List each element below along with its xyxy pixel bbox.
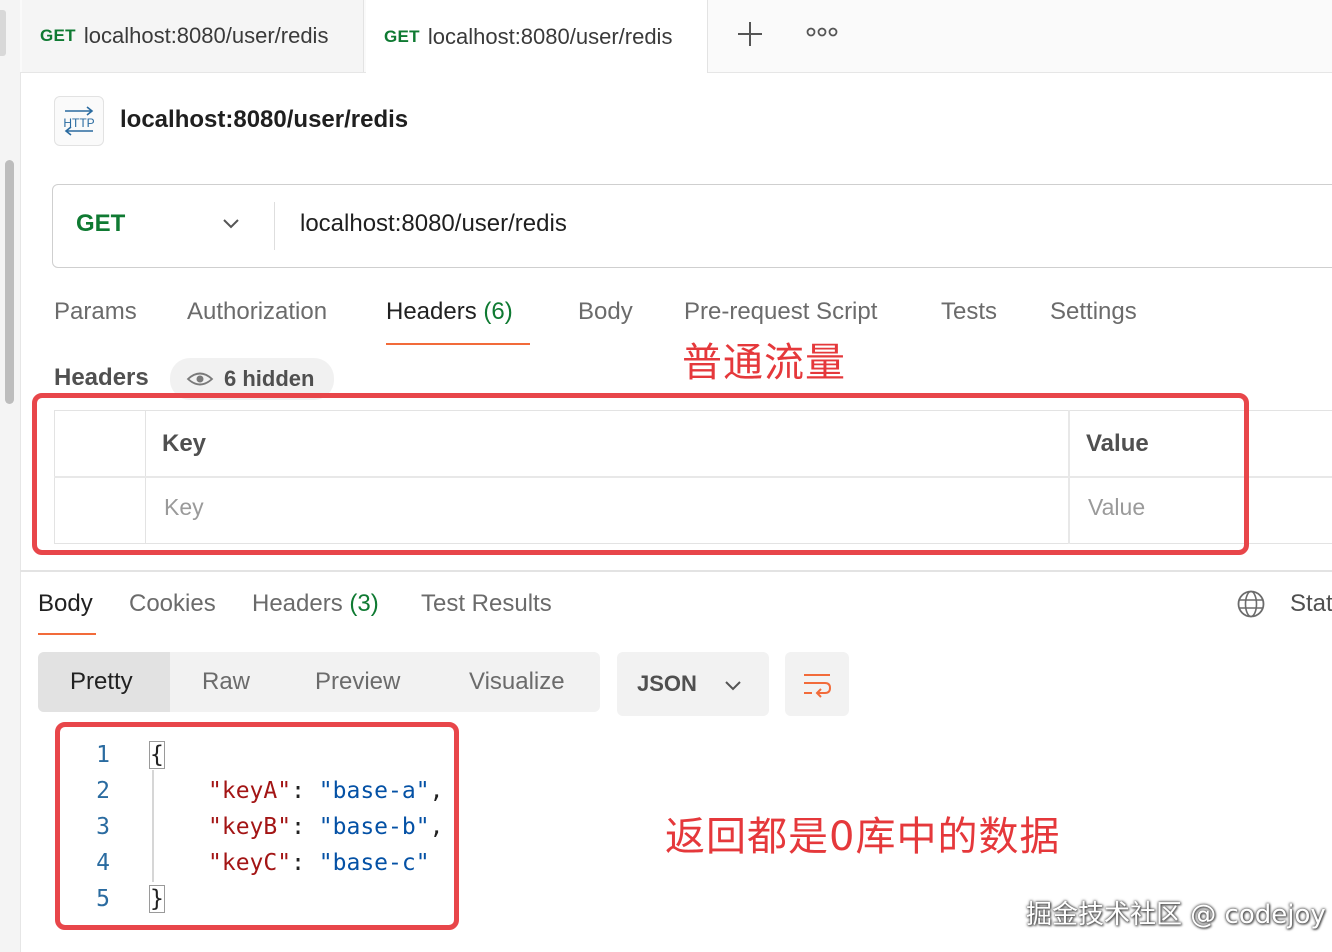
- tab-method: GET: [384, 26, 420, 46]
- sidebar-edge: [0, 10, 6, 56]
- watermark: 掘金技术社区 @ codejoy: [1026, 900, 1326, 930]
- request-title[interactable]: localhost:8080/user/redis: [120, 106, 408, 134]
- response-headers-count: (3): [349, 590, 379, 617]
- response-divider: [20, 570, 1332, 572]
- scrollbar-thumb[interactable]: [5, 160, 14, 404]
- url-divider: [274, 202, 275, 250]
- headers-label: Headers: [54, 364, 149, 391]
- new-tab-plus-icon[interactable]: [735, 16, 765, 52]
- more-tabs-icon[interactable]: [806, 22, 840, 42]
- annotation-normal-traffic: 普通流量: [682, 340, 846, 386]
- tab-params[interactable]: Params: [54, 298, 137, 326]
- annotation-db0-data: 返回都是0库中的数据: [665, 814, 1061, 860]
- wrap-lines-icon[interactable]: [801, 668, 833, 700]
- request-tab-2[interactable]: GET localhost:8080/user/redis: [366, 0, 708, 73]
- tab-body[interactable]: Body: [578, 298, 633, 326]
- annotation-box-response: [55, 722, 459, 930]
- tab-url: localhost:8080/user/redis: [427, 23, 673, 49]
- method-select[interactable]: GET: [76, 210, 125, 238]
- response-tab-headers[interactable]: Headers (3): [252, 590, 379, 618]
- response-headers-label: Headers: [252, 590, 343, 617]
- view-mode-visualize[interactable]: Visualize: [469, 668, 565, 696]
- chevron-down-icon[interactable]: [722, 674, 744, 696]
- response-tab-cookies[interactable]: Cookies: [129, 590, 216, 618]
- status-label: Stat: [1290, 590, 1332, 617]
- annotation-box-headers: [32, 393, 1249, 555]
- response-active-underline: [38, 633, 96, 635]
- tab-prerequest-script[interactable]: Pre-request Script: [684, 298, 877, 326]
- response-tab-body[interactable]: Body: [38, 590, 93, 618]
- format-select-value: JSON: [637, 671, 697, 696]
- response-tab-test-results[interactable]: Test Results: [421, 590, 552, 618]
- tab-url: localhost:8080/user/redis: [83, 23, 329, 48]
- view-mode-pretty[interactable]: Pretty: [70, 668, 133, 696]
- view-mode-raw[interactable]: Raw: [202, 668, 250, 696]
- url-input[interactable]: [300, 210, 1200, 238]
- http-request-icon: HTTP: [54, 96, 104, 146]
- chevron-down-icon[interactable]: [220, 212, 242, 234]
- hidden-headers-count[interactable]: 6 hidden: [224, 366, 314, 392]
- tab-settings[interactable]: Settings: [1050, 298, 1137, 326]
- request-tab-1[interactable]: GET localhost:8080/user/redis: [22, 0, 364, 72]
- tab-headers-label: Headers: [386, 298, 477, 325]
- tab-method: GET: [40, 26, 76, 45]
- headers-count: (6): [483, 298, 513, 325]
- http-icon-text: HTTP: [63, 116, 94, 130]
- view-mode-preview[interactable]: Preview: [315, 668, 400, 696]
- tab-authorization[interactable]: Authorization: [187, 298, 327, 326]
- tab-headers[interactable]: Headers (6): [386, 298, 513, 326]
- eye-icon[interactable]: [186, 370, 214, 388]
- active-tab-underline: [386, 343, 530, 345]
- left-sidebar-strip: [0, 0, 21, 952]
- globe-icon[interactable]: [1236, 589, 1266, 619]
- tab-tests[interactable]: Tests: [941, 298, 997, 326]
